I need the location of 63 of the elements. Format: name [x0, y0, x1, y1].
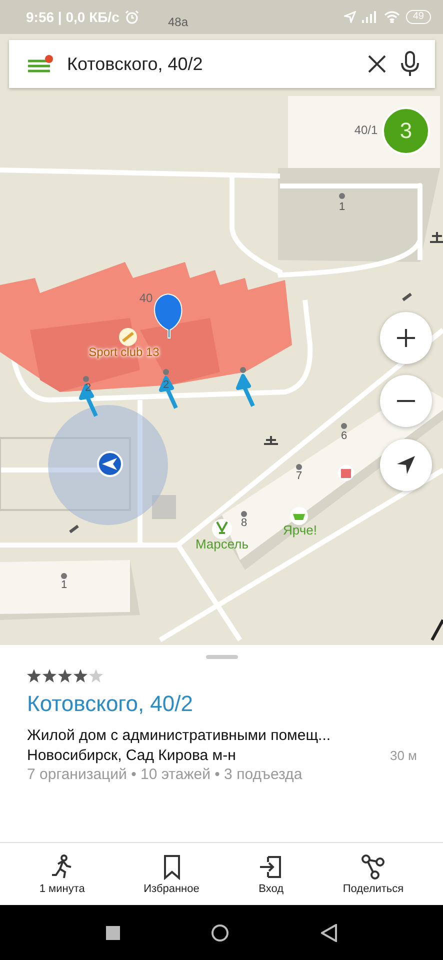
- action-button[interactable]: Поделиться: [342, 854, 404, 894]
- house-number: 48a: [168, 15, 188, 29]
- menu-button[interactable]: [27, 54, 53, 74]
- house-number: 40: [139, 291, 153, 305]
- action-button[interactable]: Вход: [258, 854, 284, 894]
- share-icon: [360, 854, 386, 880]
- entrance-arrow-icon: [236, 374, 255, 408]
- action-button[interactable]: Избранное: [144, 854, 200, 894]
- minus-icon: [396, 399, 416, 403]
- house-number: 40/1: [354, 123, 378, 137]
- recent-apps-button[interactable]: [106, 926, 120, 940]
- entrance-dot: [83, 376, 89, 382]
- wifi-icon: [384, 11, 400, 23]
- status-time: 9:56 | 0,0 КБ/с: [26, 9, 120, 25]
- map-pin-icon: [154, 294, 182, 338]
- entrance-number: 8: [240, 517, 248, 529]
- scissors-icon: [212, 519, 232, 539]
- sheet-handle[interactable]: [206, 655, 238, 659]
- entrance-dot: [241, 511, 247, 517]
- entrance-number: 2: [162, 379, 170, 391]
- entrance-dot: [296, 464, 302, 470]
- signal-icon: [362, 11, 378, 23]
- action-button[interactable]: 1 минута: [39, 854, 85, 894]
- square-icon: [106, 926, 120, 940]
- place-description: Жилой дом с административными помещ...: [27, 727, 332, 744]
- place-label: Марсель: [195, 536, 249, 552]
- entrance-number: 6: [340, 430, 348, 442]
- close-icon: [367, 54, 387, 74]
- place-address: Новосибирск, Сад Кирова м-н: [27, 747, 236, 764]
- entrance-dot: [339, 193, 345, 199]
- place-details: 7 организаций • 10 этажей • 3 подъезда: [27, 766, 304, 783]
- entrance-number: 7: [296, 470, 302, 482]
- search-field[interactable]: Котовского, 40/2: [67, 54, 353, 74]
- entrance-dot: [240, 367, 246, 373]
- distance-text: 30 м: [390, 748, 417, 763]
- alarm-icon: [125, 10, 140, 24]
- entrance-number: 1: [338, 201, 346, 213]
- navigation-arrow-icon: [396, 455, 416, 475]
- entrance-number: 2: [84, 382, 92, 394]
- entrance-number: 1: [60, 579, 68, 591]
- entrance-dot: [341, 423, 347, 429]
- location-arrow-icon: [344, 11, 356, 23]
- clear-button[interactable]: [367, 54, 387, 74]
- basket-icon: [290, 507, 308, 525]
- search-bar[interactable]: Котовского, 40/2: [9, 40, 435, 88]
- place-label: Ярче!: [283, 522, 317, 538]
- entrance-dot: [61, 573, 67, 579]
- bench-icon: [263, 435, 279, 445]
- entrance-arrow-icon: [79, 384, 98, 418]
- back-triangle-icon: [321, 924, 338, 942]
- entrance-arrow-icon: [159, 376, 178, 410]
- circle-icon: [211, 924, 230, 942]
- microphone-icon: [401, 51, 419, 77]
- plus-icon: [396, 328, 416, 348]
- entrance-dot: [163, 369, 169, 375]
- voice-search-button[interactable]: [401, 51, 419, 77]
- back-button[interactable]: [321, 924, 338, 942]
- battery-indicator: 49: [406, 10, 431, 24]
- place-label: Sport club 13: [88, 345, 160, 359]
- home-button[interactable]: [211, 924, 230, 942]
- bench-icon: [429, 231, 443, 243]
- first-aid-icon: [338, 465, 354, 481]
- place-title: Котовского, 40/2: [27, 691, 194, 717]
